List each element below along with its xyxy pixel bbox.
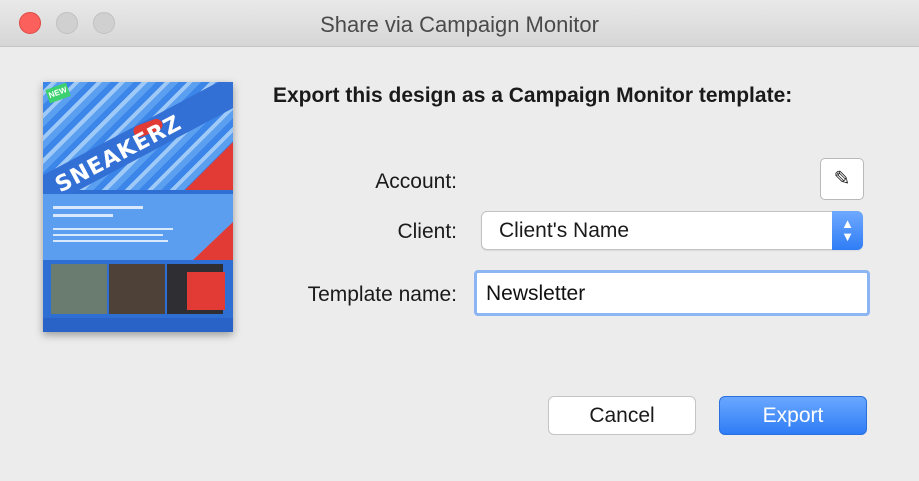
thumbnail-text-line xyxy=(53,214,113,217)
template-name-value: Newsletter xyxy=(486,282,586,305)
account-label: Account: xyxy=(375,170,457,193)
thumbnail-photo xyxy=(51,264,107,314)
edit-account-button[interactable]: ✎ xyxy=(820,158,864,200)
design-thumbnail: SNEAKERZ NEW xyxy=(43,82,233,332)
thumbnail-footer xyxy=(43,318,233,332)
thumbnail-photo xyxy=(109,264,165,314)
client-select-value: Client's Name xyxy=(499,219,630,242)
thumbnail-text-line xyxy=(53,234,163,236)
cancel-button[interactable]: Cancel xyxy=(548,396,696,435)
share-dialog: Share via Campaign Monitor SNEAKERZ NEW … xyxy=(0,0,919,481)
client-label: Client: xyxy=(397,220,457,243)
thumbnail-red-corner xyxy=(187,272,225,310)
template-name-label: Template name: xyxy=(307,283,457,306)
thumbnail-text-line xyxy=(53,206,143,209)
export-button[interactable]: Export xyxy=(719,396,867,435)
thumbnail-text-line xyxy=(53,228,173,230)
dialog-heading: Export this design as a Campaign Monitor… xyxy=(273,84,793,107)
window-title: Share via Campaign Monitor xyxy=(320,12,599,37)
pencil-icon: ✎ xyxy=(833,168,851,190)
client-select[interactable]: Client's Name ▲ ▼ xyxy=(481,211,863,250)
title-bar: Share via Campaign Monitor xyxy=(0,0,919,47)
template-name-input[interactable]: Newsletter xyxy=(474,270,870,316)
thumbnail-text-line xyxy=(53,240,168,242)
select-arrows-icon: ▲ ▼ xyxy=(832,211,863,250)
